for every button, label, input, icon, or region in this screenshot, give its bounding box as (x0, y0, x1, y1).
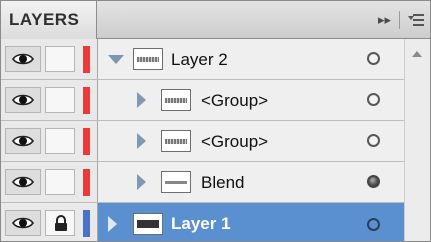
lock-toggle[interactable] (45, 128, 75, 154)
visibility-toggle[interactable] (5, 87, 41, 113)
layer-color-swatch (83, 46, 90, 73)
eye-icon (12, 176, 34, 188)
layer-row-selected[interactable]: Layer 1 (1, 203, 430, 241)
eye-icon (12, 94, 34, 106)
lock-toggle[interactable] (45, 210, 75, 236)
visibility-toggle[interactable] (5, 128, 41, 154)
lock-toggle[interactable] (45, 46, 75, 72)
target-circle-icon[interactable] (367, 52, 380, 65)
layer-color-swatch (83, 210, 90, 237)
lock-toggle[interactable] (45, 87, 75, 113)
layer-thumbnail (133, 213, 163, 235)
target-circle-icon[interactable] (367, 93, 380, 106)
expand-triangle-icon[interactable] (108, 55, 124, 64)
expand-triangle-icon[interactable] (137, 133, 146, 149)
double-chevron-right-icon[interactable]: ▸▸ (378, 12, 391, 28)
expand-triangle-icon[interactable] (137, 92, 146, 108)
expand-triangle-icon[interactable] (108, 216, 117, 232)
panel-header: LAYERS ▸▸ (1, 1, 430, 39)
layer-color-swatch (83, 128, 90, 155)
visibility-toggle[interactable] (5, 169, 41, 195)
visibility-column (1, 203, 98, 241)
layer-name: Layer 1 (171, 214, 231, 233)
layer-thumbnail (161, 171, 191, 193)
target-circle-icon[interactable] (367, 175, 380, 188)
layer-thumbnail (161, 130, 191, 152)
tab-layers[interactable]: LAYERS (1, 1, 97, 39)
layer-row[interactable]: Layer 2 (1, 39, 430, 80)
layers-panel: LAYERS ▸▸ Layer 2 <Group> <Group> Blend … (0, 0, 431, 242)
target-circle-icon[interactable] (367, 218, 380, 231)
layer-thumbnail (133, 48, 163, 70)
scrollbar[interactable] (404, 39, 430, 241)
visibility-toggle[interactable] (5, 46, 41, 72)
target-circle-icon[interactable] (367, 134, 380, 147)
visibility-column (1, 39, 98, 79)
layer-thumbnail (161, 89, 191, 111)
layer-name: Blend (201, 173, 245, 192)
scroll-up-arrow-icon[interactable] (412, 51, 422, 57)
panel-menu-icon[interactable] (408, 14, 424, 26)
expand-triangle-icon[interactable] (137, 174, 146, 190)
lock-toggle[interactable] (45, 169, 75, 195)
layer-row[interactable]: <Group> (1, 121, 430, 162)
eye-icon (12, 135, 34, 147)
layer-row[interactable]: Blend (1, 162, 430, 203)
visibility-column (1, 80, 98, 120)
eye-icon (12, 53, 34, 65)
layer-name: <Group> (201, 91, 269, 110)
layer-name: <Group> (201, 132, 269, 151)
lock-icon (55, 215, 67, 231)
layer-list: Layer 2 <Group> <Group> Blend Layer 1 (1, 39, 430, 241)
layer-color-swatch (83, 87, 90, 114)
layer-color-swatch (83, 169, 90, 196)
visibility-column (1, 162, 98, 202)
layer-row[interactable]: <Group> (1, 80, 430, 121)
layer-name: Layer 2 (171, 50, 228, 69)
visibility-toggle[interactable] (5, 210, 41, 236)
eye-icon (12, 217, 34, 229)
header-divider (399, 11, 400, 29)
visibility-column (1, 121, 98, 161)
header-controls: ▸▸ (378, 1, 424, 39)
